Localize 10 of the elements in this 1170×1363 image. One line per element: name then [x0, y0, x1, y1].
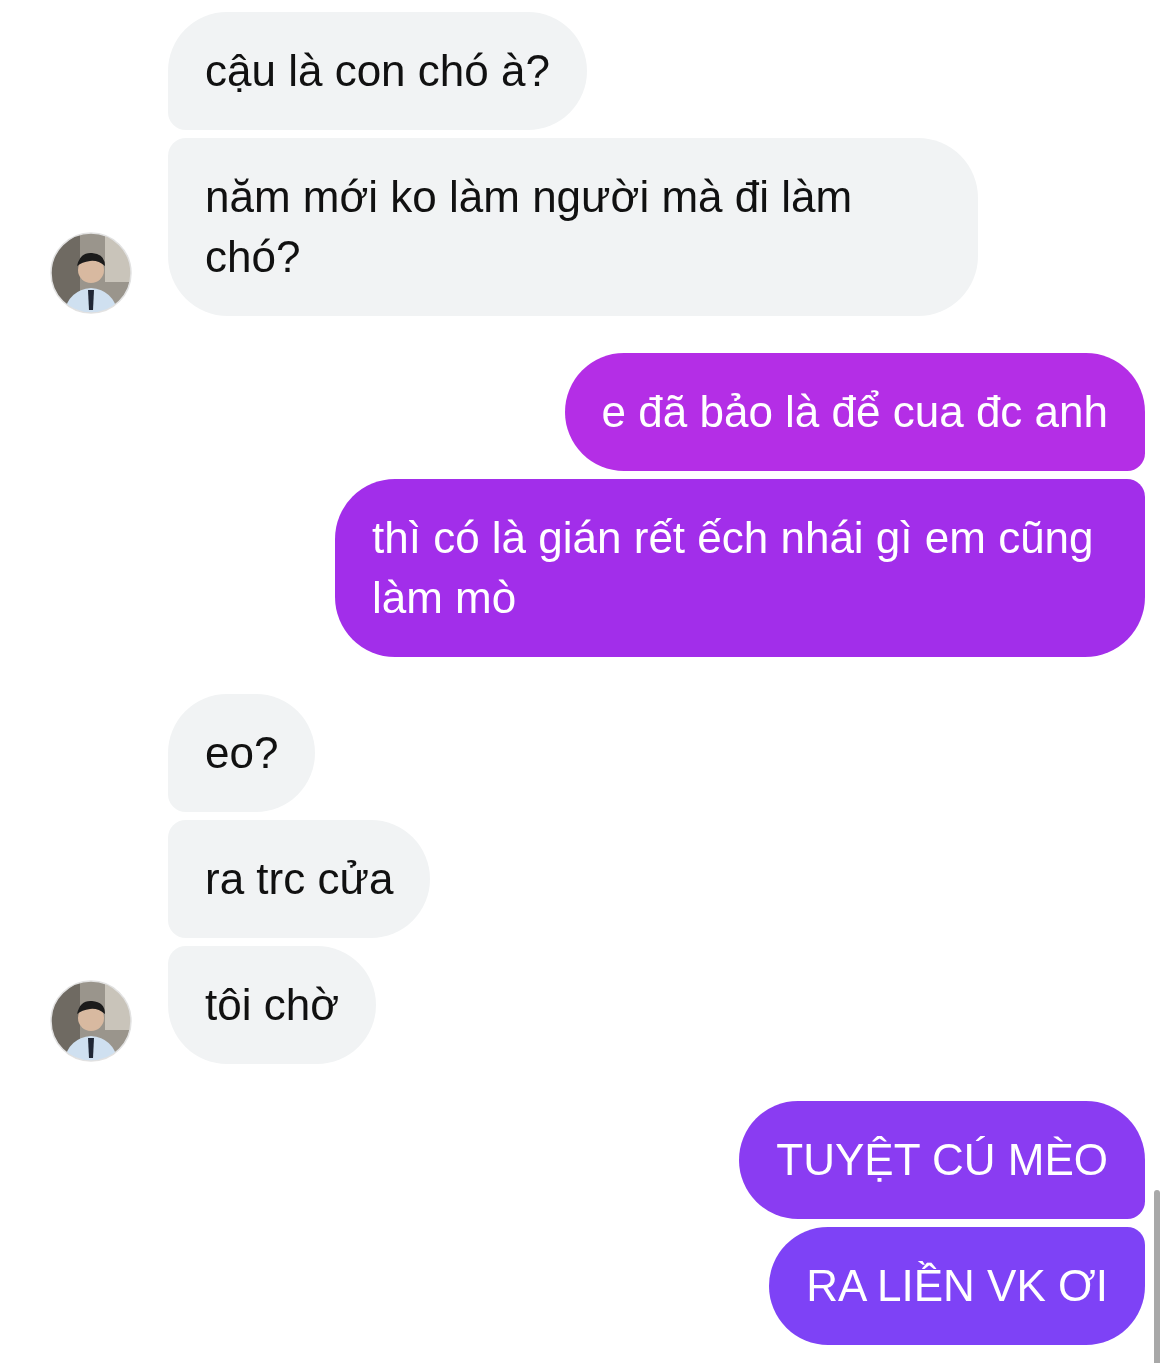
message-bubble: ra trc cửa: [168, 820, 431, 938]
message-bubble: cậu là con chó à?: [168, 12, 587, 130]
message-bubble: eo?: [168, 694, 316, 812]
scrollbar[interactable]: [1154, 1190, 1160, 1363]
message-bubble: năm mới ko làm người mà đi làm chó?: [168, 138, 978, 316]
message-bubble: e đã bảo là để cua đc anh: [564, 353, 1145, 471]
message-bubble: thì có là gián rết ếch nhái gì em cũng làm mò: [335, 479, 1145, 657]
message-bubble: TUYỆT CÚ MÈO: [739, 1101, 1145, 1219]
message-bubble: tôi chờ: [168, 946, 377, 1064]
message-bubble: RA LIỀN VK ƠI: [769, 1227, 1145, 1345]
